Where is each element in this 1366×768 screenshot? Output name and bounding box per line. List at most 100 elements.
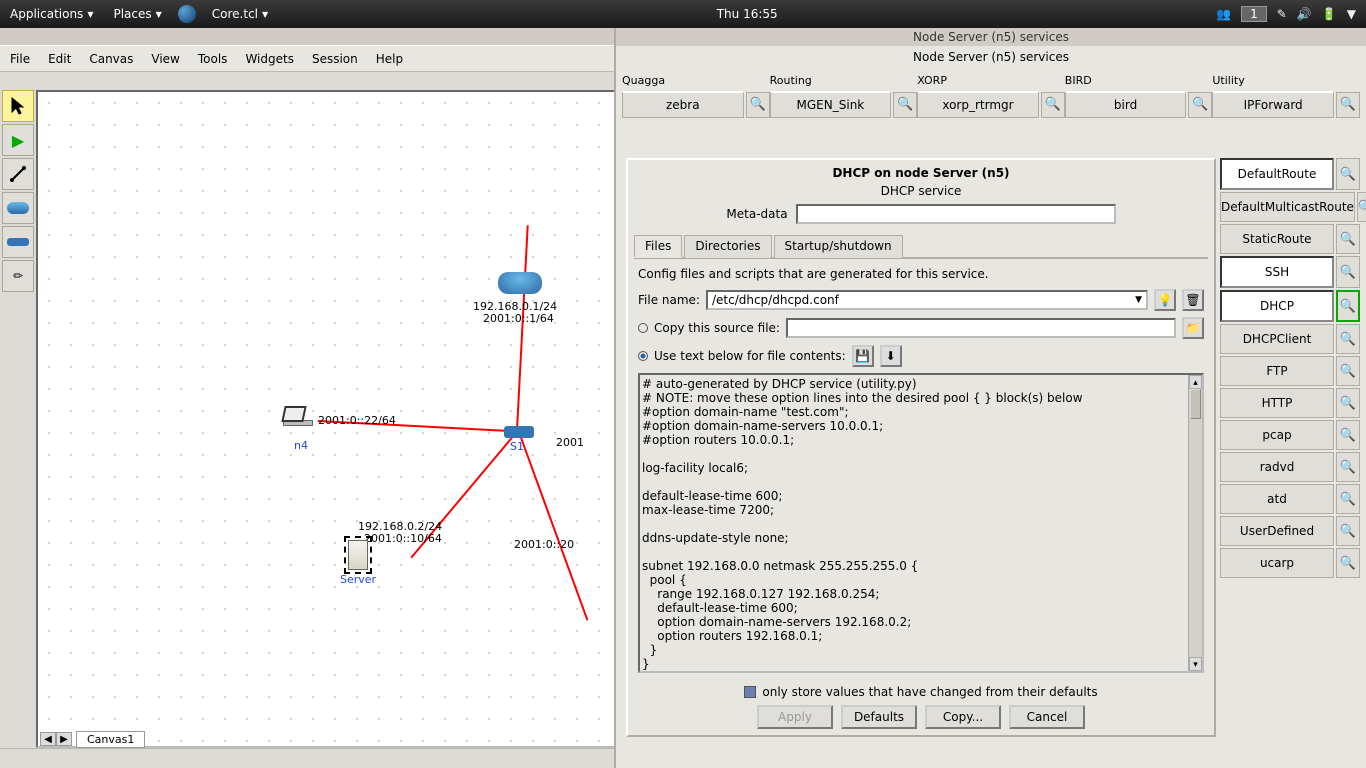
radio-use-text[interactable]	[638, 351, 648, 361]
cfg-xorprtrmgr[interactable]: 🔍	[1041, 92, 1065, 118]
meta-input[interactable]	[796, 204, 1116, 224]
svc-http[interactable]: HTTP	[1220, 388, 1334, 418]
tool-run[interactable]: ▶	[2, 124, 34, 156]
users-icon[interactable]: 👥	[1216, 7, 1231, 21]
svc-pcap[interactable]: pcap	[1220, 420, 1334, 450]
cursor-icon	[11, 97, 25, 115]
user-menu-icon[interactable]: ▼	[1347, 7, 1356, 21]
workspace-indicator[interactable]: 1	[1241, 6, 1267, 22]
cfg-userdefined[interactable]: 🔍	[1336, 516, 1360, 546]
new-file-button[interactable]: 💡	[1154, 289, 1176, 311]
svc-ftp[interactable]: FTP	[1220, 356, 1334, 386]
cfg-atd[interactable]: 🔍	[1336, 484, 1360, 514]
svc-dhcp[interactable]: DHCP	[1220, 290, 1334, 322]
svc-ssh[interactable]: SSH	[1220, 256, 1334, 288]
svc-ucarp[interactable]: ucarp	[1220, 548, 1334, 578]
utility-service-list: DefaultRoute🔍 DefaultMulticastRoute🔍 Sta…	[1220, 158, 1360, 580]
tool-link[interactable]	[2, 158, 34, 190]
magnifier-icon: 🔍	[1340, 460, 1356, 475]
cfg-ssh[interactable]: 🔍	[1336, 256, 1360, 288]
services-title: Node Server (n5) services	[616, 28, 1366, 46]
router-node[interactable]	[498, 272, 542, 294]
apply-button[interactable]: Apply	[757, 705, 833, 729]
cfg-defaultmulti[interactable]: 🔍	[1357, 192, 1366, 222]
cfg-defaultroute[interactable]: 🔍	[1336, 158, 1360, 190]
tab-files[interactable]: Files	[634, 235, 682, 258]
canvas-tab-1[interactable]: Canvas1	[76, 731, 145, 748]
cfg-ucarp[interactable]: 🔍	[1336, 548, 1360, 578]
copy-button[interactable]: Copy...	[925, 705, 1001, 729]
tool-router[interactable]	[2, 192, 34, 224]
cat-quagga: Quagga	[622, 74, 770, 91]
svc-dhcpclient[interactable]: DHCPClient	[1220, 324, 1334, 354]
canvas-prev[interactable]: ◀	[40, 732, 56, 746]
svc-radvd[interactable]: radvd	[1220, 452, 1334, 482]
brush-icon[interactable]: ✎	[1277, 7, 1287, 21]
menu-session[interactable]: Session	[312, 52, 358, 66]
only-store-checkbox[interactable]: only store values that have changed from…	[744, 685, 1097, 699]
save-file-button[interactable]: 💾	[852, 345, 874, 367]
battery-icon[interactable]: 🔋	[1322, 7, 1337, 21]
tool-annotate[interactable]: ✏	[2, 260, 34, 292]
volume-icon[interactable]: 🔊	[1297, 7, 1312, 21]
tool-select[interactable]	[2, 90, 34, 122]
magnifier-icon: 🔍	[1340, 97, 1356, 112]
svc-defaultmulti[interactable]: DefaultMulticastRoute	[1220, 192, 1355, 222]
svc-atd[interactable]: atd	[1220, 484, 1334, 514]
server-ip6-label: 2001:0::10/64	[364, 532, 442, 545]
tab-directories[interactable]: Directories	[684, 235, 771, 258]
switch-node[interactable]	[504, 426, 534, 438]
places-menu[interactable]: Places▼	[103, 0, 171, 28]
trash-icon: 🗑	[1185, 293, 1200, 307]
tab-startup-shutdown[interactable]: Startup/shutdown	[774, 235, 903, 258]
cfg-mgensink[interactable]: 🔍	[893, 92, 917, 118]
cfg-ipforward[interactable]: 🔍	[1336, 92, 1360, 118]
laptop-ip6-label: 2001:0::22/64	[318, 414, 396, 427]
cfg-pcap[interactable]: 🔍	[1336, 420, 1360, 450]
svc-defaultroute[interactable]: DefaultRoute	[1220, 158, 1334, 190]
menu-file[interactable]: File	[10, 52, 30, 66]
svc-xorprtrmgr[interactable]: xorp_rtrmgr	[917, 91, 1039, 118]
switch-label: S1	[510, 440, 524, 453]
cfg-ftp[interactable]: 🔍	[1336, 356, 1360, 386]
svc-zebra[interactable]: zebra	[622, 91, 744, 118]
browse-button[interactable]: 📁	[1182, 317, 1204, 339]
export-file-button[interactable]: ⬇	[880, 345, 902, 367]
tool-hub[interactable]	[2, 226, 34, 258]
svc-userdefined[interactable]: UserDefined	[1220, 516, 1334, 546]
menu-help[interactable]: Help	[376, 52, 403, 66]
editor-scrollbar[interactable]: ▴▾	[1188, 375, 1202, 671]
menu-canvas[interactable]: Canvas	[89, 52, 133, 66]
clock[interactable]: Thu 16:55	[707, 0, 788, 28]
app-menu[interactable]: Core.tcl▼	[202, 0, 278, 28]
svc-bird[interactable]: bird	[1065, 91, 1187, 118]
cfg-dhcp[interactable]: 🔍	[1336, 290, 1360, 322]
defaults-button[interactable]: Defaults	[841, 705, 917, 729]
menu-edit[interactable]: Edit	[48, 52, 71, 66]
cfg-bird[interactable]: 🔍	[1188, 92, 1212, 118]
svc-staticroute[interactable]: StaticRoute	[1220, 224, 1334, 254]
copy-source-entry[interactable]	[786, 318, 1176, 338]
cfg-dhcpclient[interactable]: 🔍	[1336, 324, 1360, 354]
services-subtitle: Node Server (n5) services	[616, 46, 1366, 70]
menu-widgets[interactable]: Widgets	[245, 52, 294, 66]
svc-mgensink[interactable]: MGEN_Sink	[770, 91, 892, 118]
cfg-zebra[interactable]: 🔍	[746, 92, 770, 118]
cancel-button[interactable]: Cancel	[1009, 705, 1085, 729]
applications-menu[interactable]: Applications▼	[0, 0, 103, 28]
file-name-combo[interactable]: /etc/dhcp/dhcpd.conf▼	[706, 290, 1148, 310]
delete-file-button[interactable]: 🗑	[1182, 289, 1204, 311]
cfg-staticroute[interactable]: 🔍	[1336, 224, 1360, 254]
file-content-editor[interactable]: # auto-generated by DHCP service (utilit…	[638, 373, 1204, 673]
use-text-label: Use text below for file contents:	[654, 349, 846, 363]
menu-view[interactable]: View	[151, 52, 179, 66]
radio-copy-source[interactable]	[638, 323, 648, 333]
cfg-radvd[interactable]: 🔍	[1336, 452, 1360, 482]
laptop-node[interactable]	[283, 406, 317, 430]
menu-tools[interactable]: Tools	[198, 52, 228, 66]
dlg-title: DHCP on node Server (n5)	[628, 160, 1214, 184]
server-node[interactable]	[348, 540, 368, 570]
canvas-next[interactable]: ▶	[56, 732, 72, 746]
svc-ipforward[interactable]: IPForward	[1212, 91, 1334, 118]
cfg-http[interactable]: 🔍	[1336, 388, 1360, 418]
